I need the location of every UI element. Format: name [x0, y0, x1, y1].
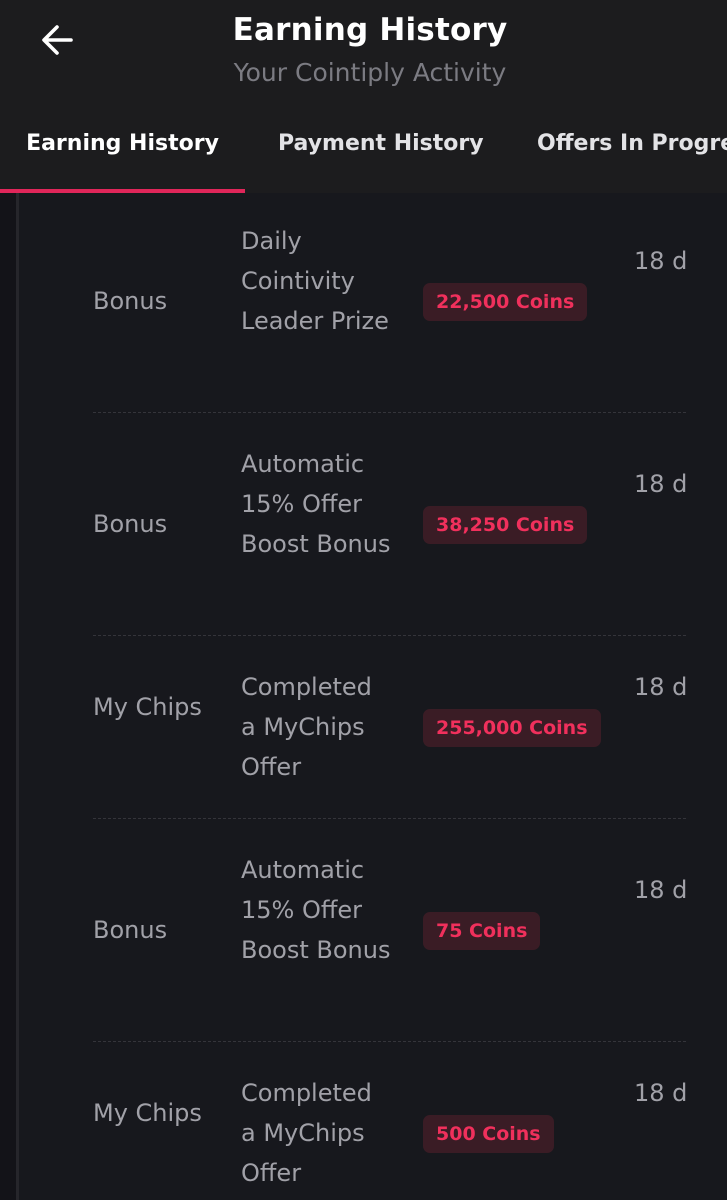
earning-time: 18 days ago [634, 470, 686, 498]
earning-description: Daily Cointivity Leader Prize [241, 227, 389, 335]
history-table: Bonus Daily Cointivity Leader Prize 22,5… [93, 193, 686, 1200]
tab-label: Offers In Progress [537, 131, 727, 156]
page-subtitle: Your Cointiply Activity [233, 58, 507, 87]
earning-time: 18 days ago [634, 876, 686, 904]
table-row: My Chips Completed a MyChips Offer 255,0… [93, 636, 686, 819]
tab-earning-history[interactable]: Earning History [0, 118, 245, 193]
coin-amount-badge: 500 Coins [423, 1115, 554, 1153]
tab-label: Earning History [26, 131, 219, 156]
coin-amount-badge: 22,500 Coins [423, 283, 588, 321]
tab-bar: Earning History Payment History Offers I… [0, 118, 727, 193]
earning-description: Automatic 15% Offer Boost Bonus [241, 450, 391, 558]
earning-time: 18 days ago [634, 1079, 686, 1107]
coin-amount-badge: 38,250 Coins [423, 506, 588, 544]
earning-history-list[interactable]: Bonus Daily Cointivity Leader Prize 22,5… [0, 193, 727, 1200]
earning-time: 18 days ago [634, 247, 686, 275]
tab-payment-history[interactable]: Payment History [278, 118, 484, 193]
table-row: My Chips Completed a MyChips Offer 500 C… [93, 1042, 686, 1200]
coin-amount-badge: 255,000 Coins [423, 709, 601, 747]
earning-description: Completed a MyChips Offer [241, 673, 372, 781]
earning-type: Bonus [93, 916, 168, 944]
earning-type: Bonus [93, 287, 168, 315]
page-title: Earning History [232, 12, 508, 48]
table-row: Bonus Automatic 15% Offer Boost Bonus 75… [93, 819, 686, 1042]
coin-amount-badge: 75 Coins [423, 912, 541, 950]
earning-type: My Chips [93, 693, 202, 721]
table-row: Bonus Automatic 15% Offer Boost Bonus 38… [93, 413, 686, 636]
app-header: Earning History Your Cointiply Activity … [0, 0, 727, 193]
history-panel: Bonus Daily Cointivity Leader Prize 22,5… [19, 193, 727, 1200]
earning-time: 18 days ago [634, 673, 686, 701]
earning-description: Completed a MyChips Offer [241, 1079, 372, 1187]
earning-description: Automatic 15% Offer Boost Bonus [241, 856, 391, 964]
tab-label: Payment History [278, 131, 484, 156]
earning-type: Bonus [93, 510, 168, 538]
table-row: Bonus Daily Cointivity Leader Prize 22,5… [93, 193, 686, 413]
earning-type: My Chips [93, 1099, 202, 1127]
tab-offers-in-progress[interactable]: Offers In Progress [537, 118, 727, 193]
